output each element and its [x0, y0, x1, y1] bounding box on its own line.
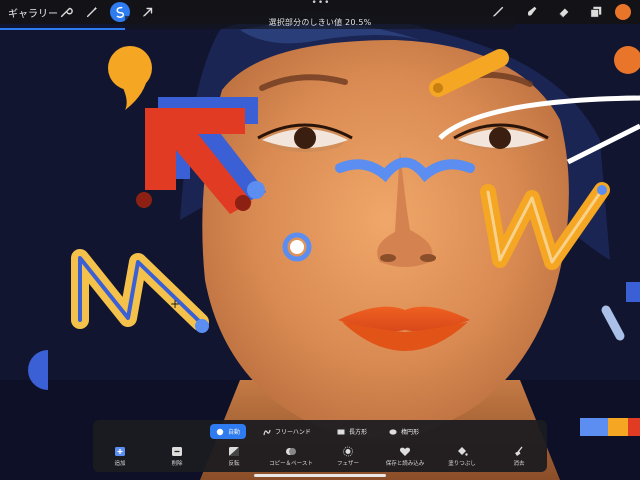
action-label: フェザー: [336, 461, 359, 467]
more-dots-icon[interactable]: •••: [311, 0, 331, 8]
artwork-canvas[interactable]: +: [0, 0, 640, 480]
svg-text:+: +: [170, 297, 180, 311]
mode-ellipse[interactable]: 楕円形: [383, 424, 425, 439]
mode-auto[interactable]: 自動: [210, 424, 247, 439]
fill-icon: [456, 446, 468, 457]
threshold-progress: [0, 28, 125, 30]
add-button[interactable]: 追加: [90, 446, 150, 470]
invert-icon: [228, 446, 240, 457]
heart-icon: [399, 446, 411, 457]
remove-icon: [171, 446, 183, 457]
invert-button[interactable]: 反転: [204, 446, 264, 470]
copy-paste-button[interactable]: コピー＆ペースト: [261, 446, 321, 470]
action-label: 保存と読み込み: [385, 461, 425, 467]
mode-label: 楕円形: [401, 429, 420, 436]
action-label: コピー＆ペースト: [269, 461, 313, 467]
clear-icon: [513, 446, 525, 457]
clear-button[interactable]: 消去: [489, 446, 549, 470]
action-label: 消去: [513, 461, 525, 467]
feather-button[interactable]: フェザー: [318, 446, 378, 470]
copy-paste-icon: [285, 446, 297, 457]
mode-label: 自動: [228, 429, 241, 436]
threshold-label: 選択部分のしきい値 20.5%: [268, 18, 372, 27]
mode-label: フリーハンド: [275, 429, 311, 436]
freehand-icon: [263, 428, 271, 436]
save-load-button[interactable]: 保存と読み込み: [375, 446, 435, 470]
home-indicator[interactable]: [254, 474, 386, 477]
mode-rectangle[interactable]: 長方形: [331, 424, 373, 439]
selection-panel: 自動 フリーハンド 長方形 楕円形 追加 削除 反転 コピー＆ペースト フェザー…: [93, 420, 547, 472]
feather-icon: [342, 446, 354, 457]
fill-button[interactable]: 塗りつぶし: [432, 446, 492, 470]
mode-label: 長方形: [349, 429, 368, 436]
auto-selection-icon: [216, 428, 224, 436]
action-label: 追加: [114, 461, 126, 467]
action-label: 反転: [228, 461, 240, 467]
add-icon: [114, 446, 126, 457]
rectangle-icon: [337, 428, 345, 436]
remove-button[interactable]: 削除: [147, 446, 207, 470]
action-label: 削除: [171, 461, 183, 467]
mode-freehand[interactable]: フリーハンド: [257, 424, 317, 439]
action-label: 塗りつぶし: [448, 461, 476, 467]
ellipse-icon: [389, 428, 397, 436]
